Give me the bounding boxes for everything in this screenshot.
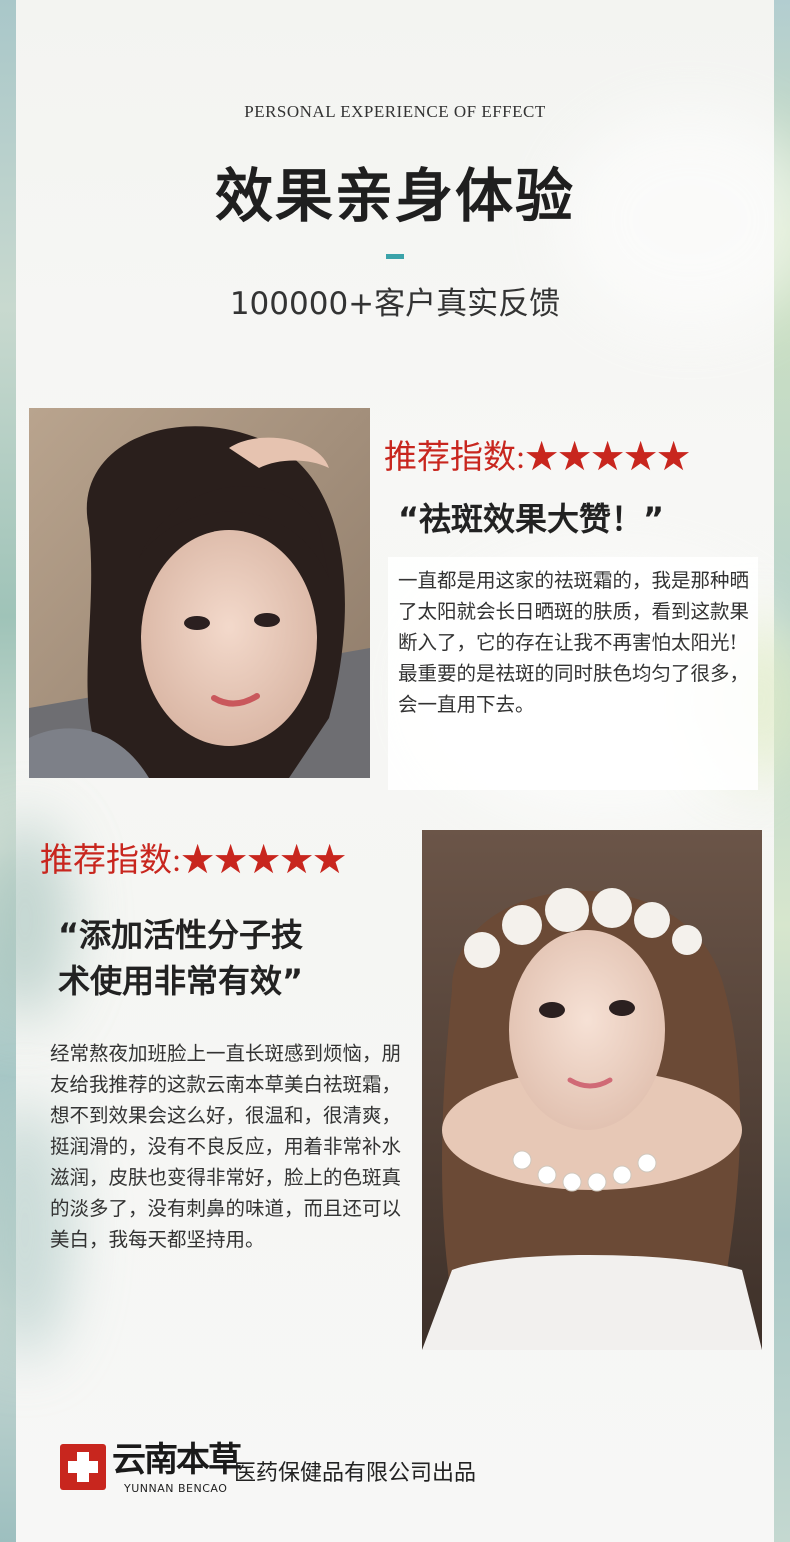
customer-photo-2: [422, 830, 762, 1350]
testimonial-body-2: 经常熬夜加班脸上一直长斑感到烦恼，朋友给我推荐的这款云南本草美白祛斑霜，想不到效…: [50, 1042, 402, 1251]
page-subtitle: 100000+客户真实反馈: [229, 286, 561, 322]
rating-label: 推荐指数:: [384, 440, 526, 476]
testimonial-body-1: 一直都是用这家的祛斑霜的，我是那种晒了太阳就会长日晒斑的肤质，看到这款果断入了，…: [388, 557, 758, 790]
brand-name-cn: 云南本草: [112, 1440, 242, 1480]
rating-row-2: 推荐指数:★★★★★: [40, 841, 346, 881]
english-heading: PERSONAL EXPERIENCE OF EFFECT: [244, 102, 546, 121]
customer-photo-1: [29, 408, 370, 778]
brand-name-en: YUNNAN BENCAO: [124, 1482, 228, 1495]
page-title: 效果亲身体验: [214, 162, 575, 230]
star-icon: ★★★★★: [525, 440, 691, 476]
star-icon: ★★★★★: [181, 843, 347, 879]
red-cross-logo: [60, 1444, 106, 1490]
rating-row-1: 推荐指数:★★★★★: [384, 438, 690, 478]
title-divider: [386, 254, 404, 259]
testimonial-quote-2: “添加活性分子技 术使用非常有效”: [58, 916, 304, 1000]
rating-label: 推荐指数:: [40, 843, 182, 879]
testimonial-quote-1: “祛斑效果大赞！”: [398, 500, 665, 538]
manufacturer-text: 医药保健品有限公司出品: [234, 1461, 477, 1486]
